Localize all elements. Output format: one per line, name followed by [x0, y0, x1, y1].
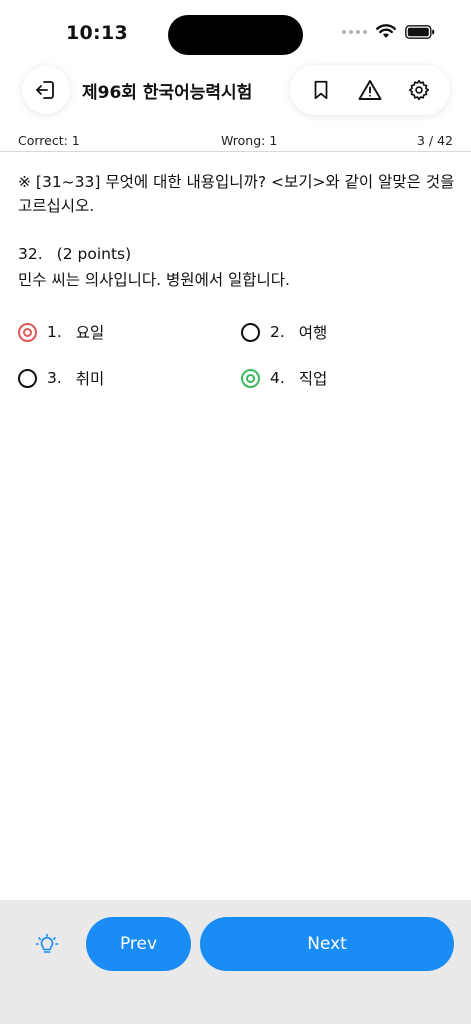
question-text: 민수 씨는 의사입니다. 병원에서 일합니다. [18, 271, 290, 289]
report-button[interactable] [353, 73, 387, 107]
nav-bar: 제96회 한국어능력시험 [0, 62, 471, 124]
option-number: 3. [47, 369, 62, 387]
question-header: 32. (2 points) [18, 242, 458, 266]
question-progress: 3 / 42 [416, 133, 453, 148]
option-label: 취미 [75, 370, 105, 388]
next-button[interactable]: Next [200, 917, 454, 971]
radio-icon [241, 322, 260, 342]
exit-button[interactable] [22, 66, 70, 114]
question-points: (2 points) [56, 245, 132, 263]
option-2[interactable]: 2. 여행 [241, 318, 327, 346]
option-label: 직업 [298, 370, 328, 388]
correct-radio-icon [241, 368, 260, 388]
settings-button[interactable] [402, 73, 436, 107]
lightbulb-icon [35, 933, 59, 953]
option-number: 1. [47, 323, 62, 341]
option-3[interactable]: 3. 취미 [18, 364, 104, 392]
bookmark-button[interactable] [304, 73, 338, 107]
option-1[interactable]: 1. 요일 [18, 318, 104, 346]
status-bar: 10:13 [0, 0, 471, 62]
warning-icon [358, 80, 382, 100]
page-title: 제96회 한국어능력시험 [82, 83, 253, 103]
signal-icon [342, 29, 367, 34]
status-icons [342, 24, 435, 39]
battery-icon [405, 24, 435, 39]
bookmark-icon [314, 80, 328, 100]
correct-count: Correct: 1 [18, 133, 80, 148]
bottom-bar: Prev Next [0, 900, 471, 1024]
option-label: 요일 [75, 324, 105, 342]
wrong-radio-icon [18, 322, 37, 342]
option-number: 4. [270, 369, 285, 387]
question-number: 32. [18, 245, 43, 263]
exit-icon [36, 81, 54, 99]
wifi-icon [376, 24, 396, 38]
option-4[interactable]: 4. 직업 [241, 364, 327, 392]
prev-button[interactable]: Prev [86, 917, 191, 971]
wrong-count: Wrong: 1 [221, 133, 278, 148]
toolbar-actions [290, 65, 450, 115]
option-number: 2. [270, 323, 285, 341]
hint-button[interactable] [30, 928, 64, 962]
radio-icon [18, 368, 37, 388]
score-bar: Correct: 1 Wrong: 1 3 / 42 [0, 130, 471, 152]
question-instruction: ※ [31~33] 무엇에 대한 내용입니까? <보기>와 같이 알맞은 것을 … [18, 173, 455, 215]
question-area: ※ [31~33] 무엇에 대한 내용입니까? <보기>와 같이 알맞은 것을 … [18, 170, 458, 292]
dynamic-island [168, 15, 303, 55]
gear-icon [409, 79, 430, 101]
status-time: 10:13 [66, 22, 128, 44]
option-label: 여행 [298, 324, 328, 342]
